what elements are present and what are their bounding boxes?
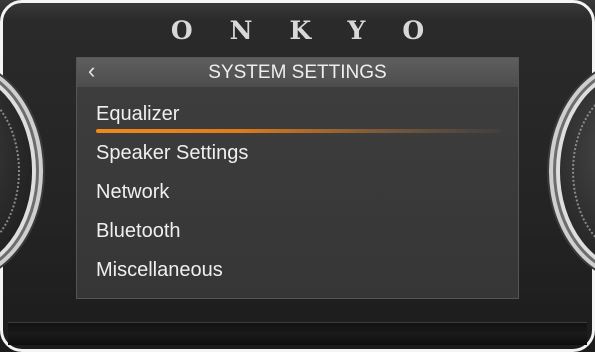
right-control-knob[interactable]	[560, 72, 595, 270]
menu-item-equalizer[interactable]: Equalizer	[77, 96, 518, 135]
title-bar: SYSTEM SETTINGS ‹	[77, 58, 518, 87]
menu-item-label: Bluetooth	[96, 220, 181, 242]
left-volume-knob[interactable]	[0, 72, 32, 270]
brand-logo: ONKYO	[170, 16, 462, 45]
bottom-bezel-strip	[8, 322, 587, 345]
menu-item-bluetooth[interactable]: Bluetooth	[77, 213, 518, 252]
device-panel: ONKYO SYSTEM SETTINGS ‹ Equalizer Speake…	[0, 0, 595, 352]
menu-item-label: Equalizer	[96, 103, 180, 125]
display-screen: SYSTEM SETTINGS ‹ Equalizer Speaker Sett…	[76, 57, 519, 299]
back-chevron-icon[interactable]: ‹	[88, 58, 108, 87]
page-title: SYSTEM SETTINGS	[208, 62, 387, 83]
menu-item-miscellaneous[interactable]: Miscellaneous	[77, 252, 518, 291]
menu-item-label: Network	[96, 181, 170, 203]
menu-item-network[interactable]: Network	[77, 174, 518, 213]
menu-item-speaker-settings[interactable]: Speaker Settings	[77, 135, 518, 174]
settings-menu: Equalizer Speaker Settings Network Bluet…	[77, 96, 518, 291]
selection-highlight-bar	[96, 129, 501, 133]
menu-item-label: Speaker Settings	[96, 142, 249, 164]
menu-item-label: Miscellaneous	[96, 259, 223, 281]
